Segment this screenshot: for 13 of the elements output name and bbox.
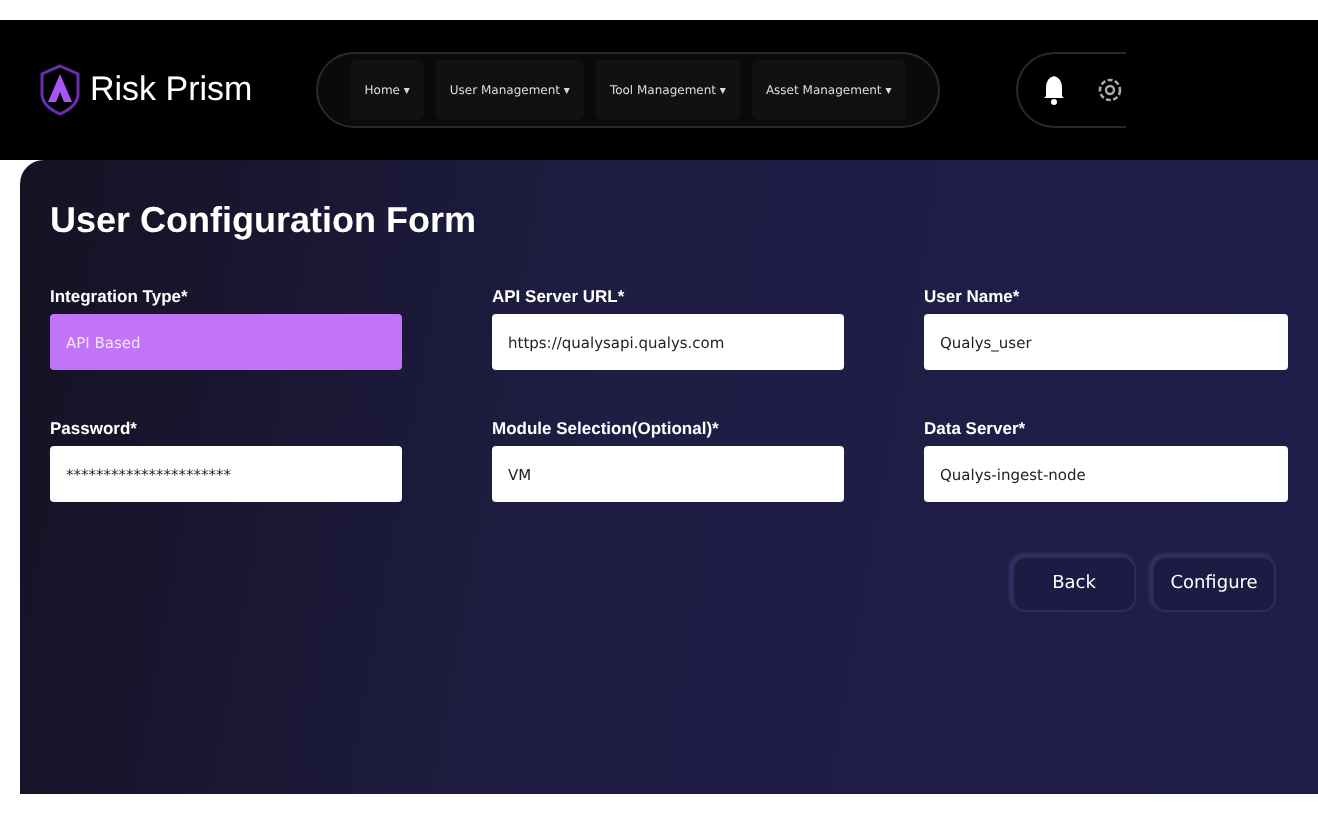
back-button[interactable]: Back xyxy=(1012,556,1136,612)
notification-bell-icon[interactable] xyxy=(1042,74,1066,106)
shield-logo-icon xyxy=(40,64,80,116)
settings-icon[interactable] xyxy=(1094,74,1126,106)
field-label: Data Server* xyxy=(924,418,1028,438)
form-title: User Configuration Form xyxy=(50,200,479,242)
field-label: Integration Type* xyxy=(50,286,190,306)
configure-button[interactable]: Configure xyxy=(1152,556,1276,612)
brand-name: Risk Prism xyxy=(90,70,253,110)
field-label: API Server URL* xyxy=(492,286,627,306)
field-label: Module Selection(Optional)* xyxy=(492,418,721,438)
field-label: Password* xyxy=(50,418,139,438)
field-label: User Name* xyxy=(924,286,1022,306)
